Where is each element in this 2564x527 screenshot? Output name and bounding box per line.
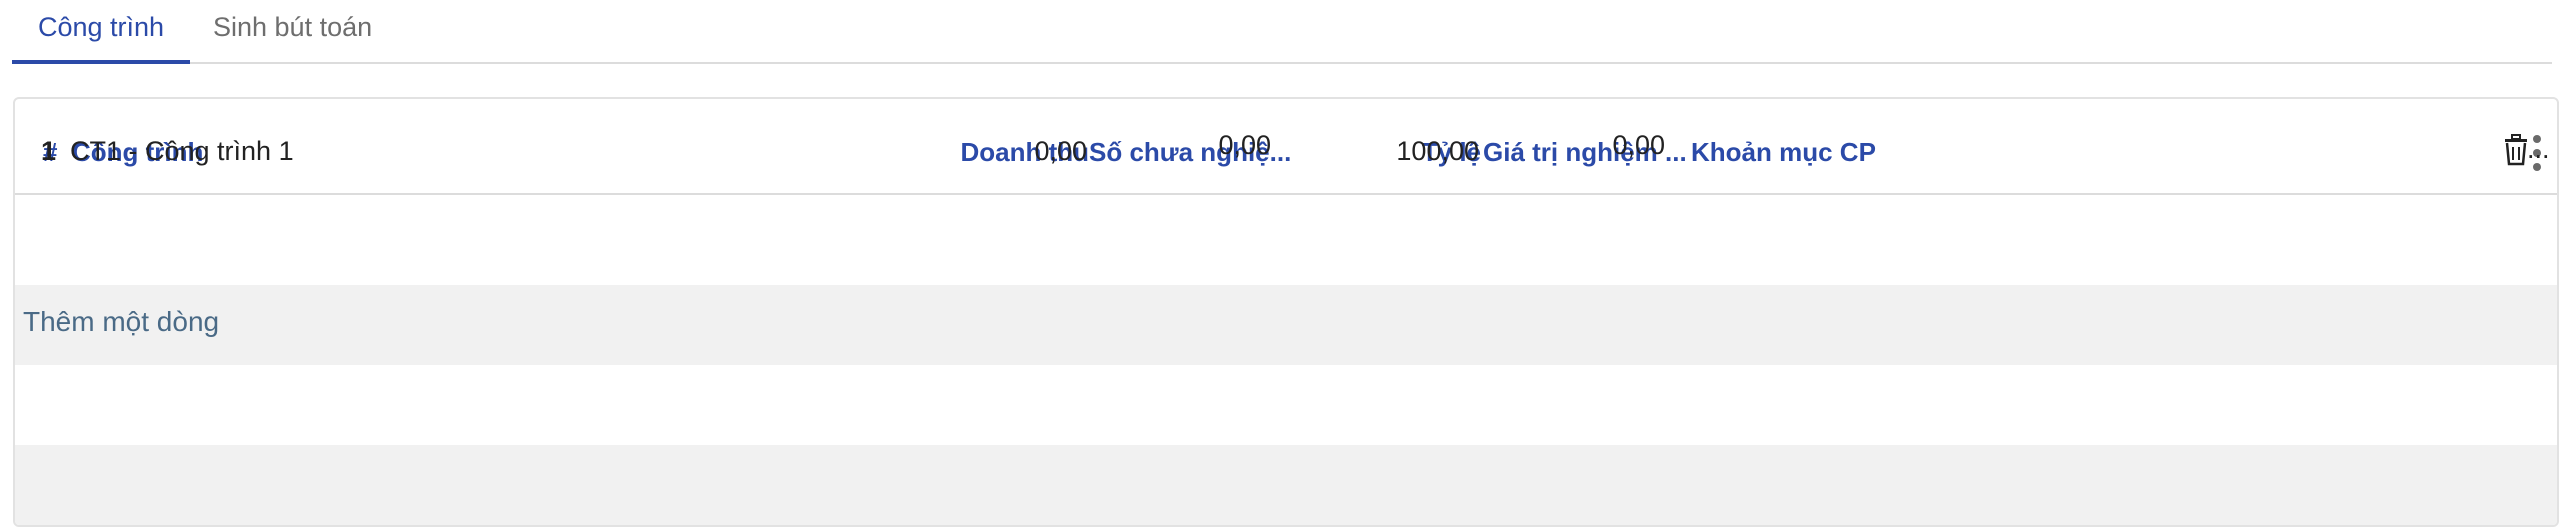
cell-unaccepted-amount[interactable]: 0,00 [1087,128,1271,162]
add-line-link[interactable]: Thêm một dòng [23,304,219,340]
tab-cong-trinh[interactable]: Công trình [12,0,190,64]
tab-bar: Công trình Sinh bút toán [12,0,2552,64]
trash-icon[interactable] [2503,134,2529,166]
row-number: 1 [41,136,57,166]
tab-sinh-but-toan[interactable]: Sinh bút toán [213,0,413,64]
add-line-row[interactable] [15,285,2557,365]
row-actions-overflow[interactable]: ... [2527,132,2550,166]
grid-header: # Công trình Doanh thu Số chưa nghiệ... … [15,99,2557,195]
data-grid: # Công trình Doanh thu Số chưa nghiệ... … [13,97,2559,527]
cell-rate[interactable]: 100,00 [1353,134,1479,168]
cell-project[interactable]: CT1 - Công trình 1 [70,134,294,168]
empty-row [15,445,2557,525]
table-row[interactable] [15,195,2557,285]
empty-row [15,365,2557,445]
cell-revenue[interactable]: 0,00 [953,134,1087,168]
column-header-cost-item[interactable]: Khoản mục CP [1691,135,1876,169]
cell-accepted-value[interactable]: 0,00 [1481,128,1665,162]
